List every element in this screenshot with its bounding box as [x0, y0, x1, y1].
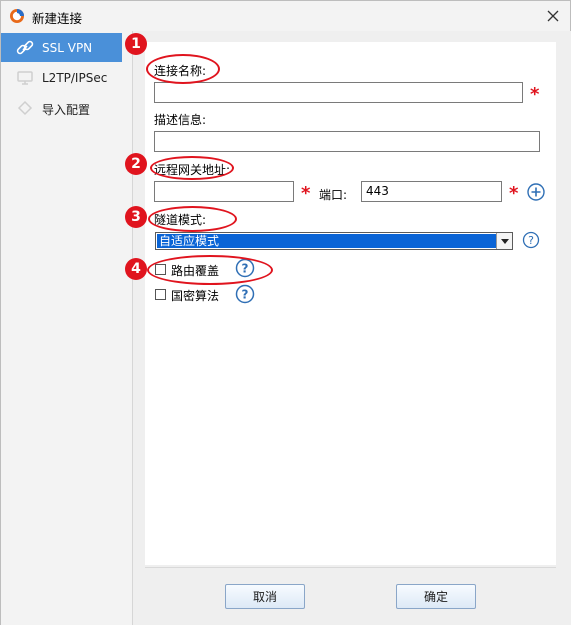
svg-text:?: ?: [528, 234, 534, 247]
sidebar: SSL VPN L2TP/IPSec 导入配置: [1, 31, 132, 625]
sidebar-item-label: SSL VPN: [42, 41, 93, 55]
port-input[interactable]: 443: [361, 181, 502, 202]
ok-button[interactable]: 确定: [396, 584, 476, 609]
connection-name-input[interactable]: [154, 82, 523, 103]
link-icon: [16, 40, 34, 55]
description-label: 描述信息:: [154, 113, 207, 127]
title-bar: 新建连接: [1, 1, 570, 31]
new-connection-dialog: 新建连接 SSL VPN L2TP/IPSec 导入配置 连接名称: * 描述信…: [0, 0, 571, 625]
import-icon: [17, 100, 33, 116]
help-icon[interactable]: ?: [522, 231, 540, 249]
annotation-badge: 2: [125, 153, 147, 175]
required-mark: *: [530, 84, 540, 105]
sidebar-item-l2tp-ipsec[interactable]: L2TP/IPSec: [1, 63, 122, 92]
annotation-ellipse: [150, 156, 234, 180]
sidebar-item-ssl-vpn[interactable]: SSL VPN: [1, 33, 122, 62]
add-gateway-icon[interactable]: [527, 183, 545, 201]
annotation-badge: 4: [125, 258, 147, 280]
footer-divider: [145, 567, 556, 568]
sidebar-item-label: L2TP/IPSec: [42, 71, 108, 85]
close-icon: [547, 10, 559, 22]
close-button[interactable]: [542, 5, 564, 27]
cancel-button[interactable]: 取消: [225, 584, 305, 609]
annotation-badge: 3: [125, 206, 147, 228]
sidebar-item-label: 导入配置: [42, 103, 91, 117]
annotation-ellipse: [147, 255, 273, 285]
sm-crypto-label: 国密算法: [171, 289, 220, 303]
sidebar-item-import-config[interactable]: 导入配置: [1, 93, 122, 122]
network-icon: [17, 71, 33, 85]
tunnel-mode-value: 自适应模式: [157, 234, 497, 248]
required-mark: *: [509, 183, 519, 204]
description-input[interactable]: [154, 131, 540, 152]
annotation-badge: 1: [125, 33, 147, 55]
help-icon[interactable]: ?: [235, 284, 255, 304]
port-label: 端口:: [319, 188, 348, 202]
window-title: 新建连接: [32, 11, 83, 26]
annotation-ellipse: [146, 54, 220, 84]
svg-text:?: ?: [242, 288, 249, 302]
annotation-ellipse: [148, 206, 237, 232]
chevron-down-icon: [500, 238, 509, 244]
app-logo-icon: [10, 9, 24, 23]
gateway-address-input[interactable]: [154, 181, 294, 202]
tunnel-mode-select[interactable]: 自适应模式: [155, 232, 513, 250]
dropdown-arrow[interactable]: [496, 233, 512, 249]
required-mark: *: [301, 183, 311, 204]
sm-crypto-checkbox[interactable]: [155, 289, 166, 300]
